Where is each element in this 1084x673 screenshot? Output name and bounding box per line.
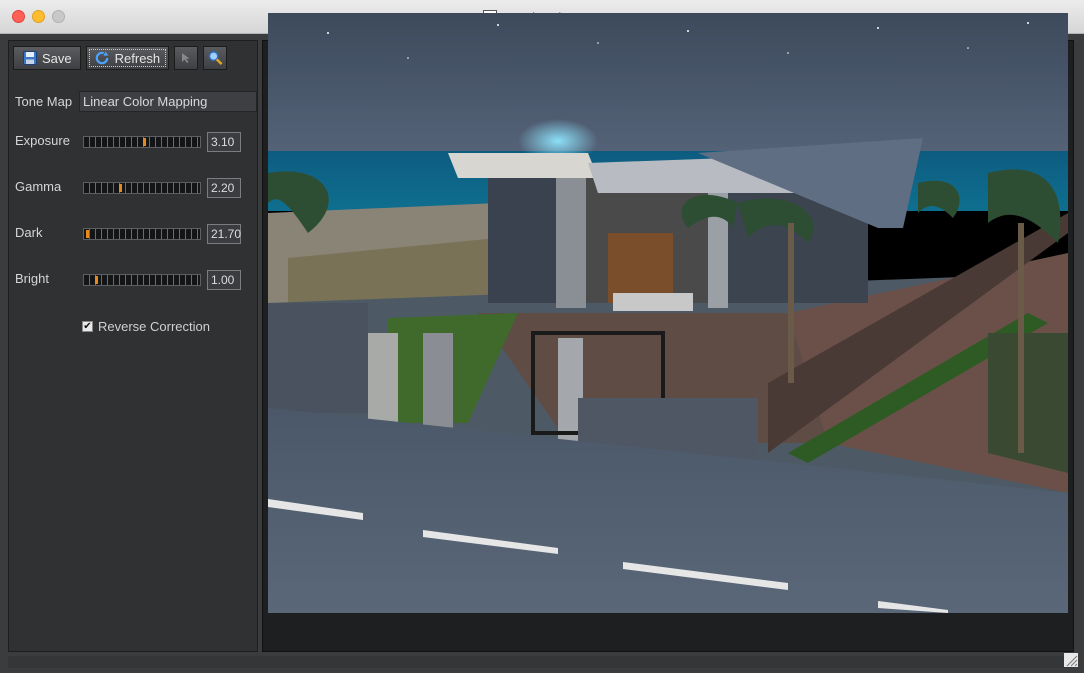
floppy-disk-icon bbox=[22, 51, 37, 66]
save-button[interactable]: Save bbox=[13, 46, 81, 70]
bright-slider[interactable] bbox=[83, 274, 201, 286]
toolbar: Save Refresh bbox=[13, 45, 228, 71]
refresh-label: Refresh bbox=[114, 50, 161, 66]
exposure-slider[interactable] bbox=[83, 136, 201, 148]
bright-value-field[interactable]: 1.00 bbox=[207, 270, 241, 290]
tone-map-select[interactable]: Linear Color Mapping bbox=[79, 91, 257, 112]
gamma-value-field[interactable]: 2.20 bbox=[207, 178, 241, 198]
rendered-image-window: X Rendered Image Save Refresh bbox=[0, 0, 1084, 673]
tone-map-label: Tone Map bbox=[15, 94, 73, 109]
reverse-correction-checkbox[interactable]: ✔ bbox=[82, 321, 93, 332]
status-bar bbox=[8, 656, 1074, 668]
gamma-label: Gamma bbox=[15, 179, 62, 194]
bright-label: Bright bbox=[15, 271, 49, 286]
rendered-image[interactable] bbox=[268, 13, 1068, 613]
rendered-scene bbox=[268, 13, 1068, 613]
refresh-button[interactable]: Refresh bbox=[85, 46, 170, 70]
dark-label: Dark bbox=[15, 225, 43, 240]
cursor-tool-button[interactable] bbox=[174, 46, 199, 70]
reverse-correction-label: Reverse Correction bbox=[98, 319, 210, 334]
zoom-button[interactable] bbox=[203, 46, 228, 70]
control-panel: Save Refresh Tone Map Linear Color Mappi… bbox=[8, 40, 258, 652]
gamma-slider[interactable] bbox=[83, 182, 201, 194]
save-label: Save bbox=[42, 50, 72, 66]
exposure-slider-thumb[interactable] bbox=[143, 138, 146, 146]
magnifier-icon bbox=[208, 51, 223, 66]
exposure-label: Exposure bbox=[15, 133, 70, 148]
refresh-icon bbox=[95, 51, 110, 66]
exposure-value-field[interactable]: 3.10 bbox=[207, 132, 241, 152]
dark-slider-thumb[interactable] bbox=[86, 230, 89, 238]
gamma-slider-thumb[interactable] bbox=[119, 184, 122, 192]
resize-grip-icon[interactable] bbox=[1064, 653, 1078, 667]
dark-value-field[interactable]: 21.70 bbox=[207, 224, 241, 244]
dark-slider[interactable] bbox=[83, 228, 201, 240]
pointer-icon bbox=[179, 51, 194, 66]
bright-slider-thumb[interactable] bbox=[95, 276, 98, 284]
